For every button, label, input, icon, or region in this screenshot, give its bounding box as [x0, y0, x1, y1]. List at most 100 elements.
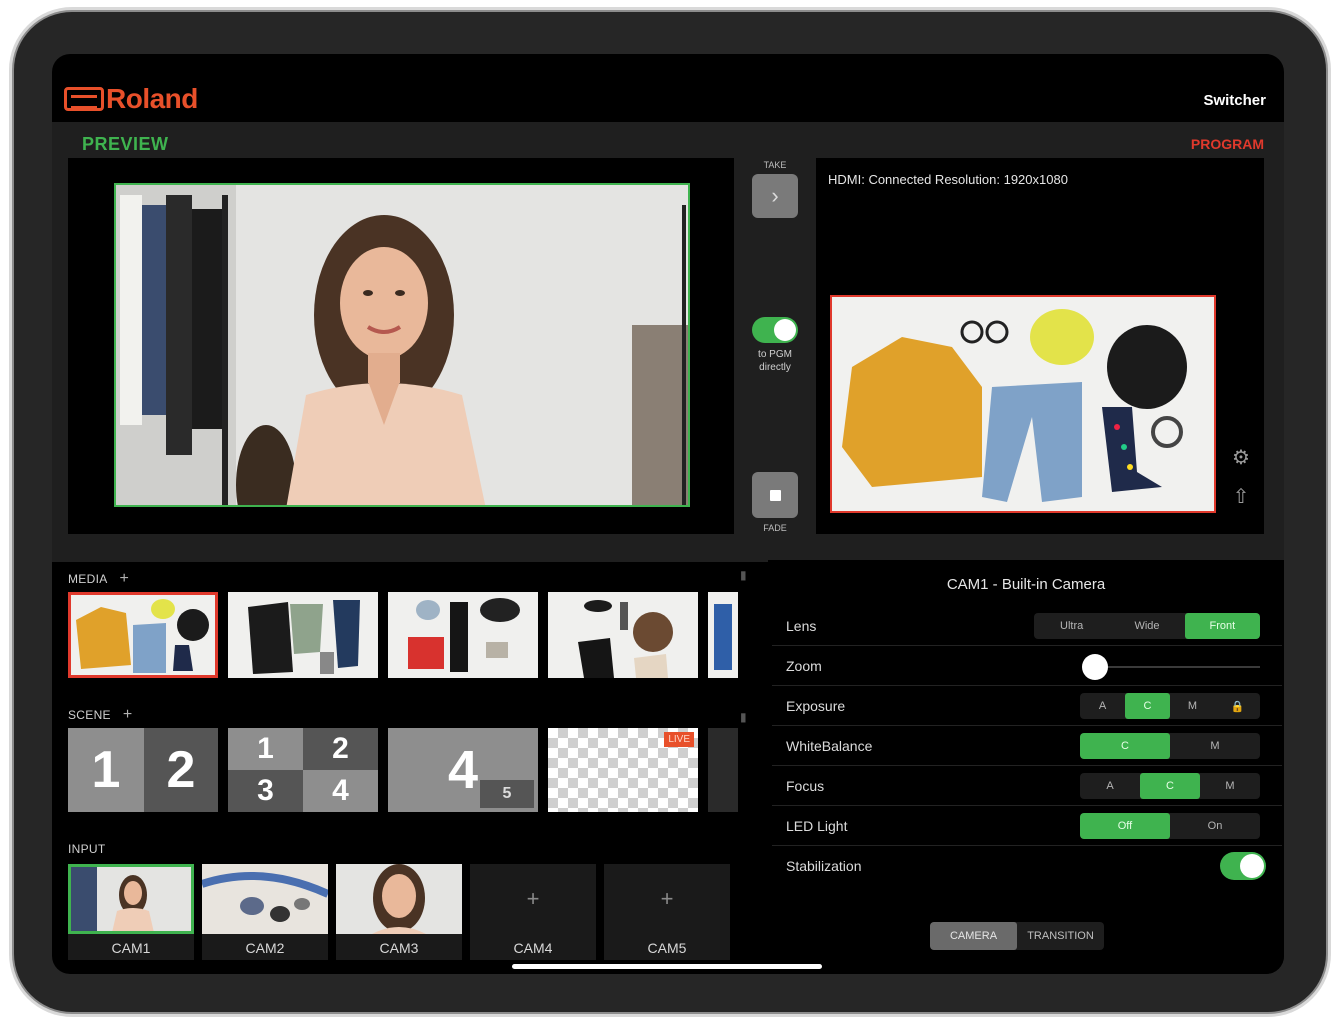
input-label: INPUT	[68, 842, 106, 856]
zoom-slider-track[interactable]	[1086, 666, 1260, 668]
cam-image	[202, 864, 328, 934]
exposure-segmented-control[interactable]: A C M 🔒	[1080, 693, 1260, 719]
stabilization-label: Stabilization	[786, 858, 862, 874]
lens-segmented-control[interactable]: Ultra Wide Front	[1034, 613, 1260, 639]
hdmi-status: HDMI: Connected Resolution: 1920x1080	[828, 172, 1068, 187]
add-input-icon: +	[526, 886, 540, 911]
input-name: CAM5	[647, 940, 687, 956]
scene-cell: 1	[68, 728, 144, 812]
roland-logo: Roland	[64, 83, 198, 114]
roland-logo-mark-icon	[64, 87, 104, 111]
input-section-label: INPUT	[68, 842, 106, 856]
white-balance-label: WhiteBalance	[786, 738, 873, 754]
input-cam5[interactable]: + CAM5	[604, 864, 730, 960]
live-badge: LIVE	[664, 732, 694, 747]
focus-row: Focus A C M	[772, 766, 1282, 806]
scene-row: 1 2 1 2 3 4 4 5 LIVE	[68, 728, 738, 812]
tab-transition[interactable]: TRANSITION	[1017, 922, 1104, 950]
exposure-row: Exposure A C M 🔒	[772, 686, 1282, 726]
focus-c-option[interactable]: C	[1140, 773, 1200, 799]
program-image-flatlay	[832, 297, 1214, 511]
app-screen: Roland Switcher PREVIEW PROGRAM TAKE › t…	[52, 54, 1284, 974]
stop-icon	[769, 489, 781, 501]
program-video[interactable]	[830, 295, 1216, 513]
exposure-c-option[interactable]: C	[1125, 693, 1170, 719]
white-balance-m-option[interactable]: M	[1170, 733, 1260, 759]
exposure-a-option[interactable]: A	[1080, 693, 1125, 719]
camera-settings-panel: CAM1 - Built-in Camera Lens Ultra Wide F…	[768, 560, 1284, 974]
scene-layout-4up[interactable]: 1 2 3 4	[228, 728, 378, 812]
program-label: PROGRAM	[1190, 136, 1264, 152]
cam3-preview	[336, 864, 462, 934]
lens-row: Lens Ultra Wide Front	[772, 606, 1282, 646]
input-cam1[interactable]: CAM1	[68, 864, 194, 960]
media-item[interactable]	[548, 592, 698, 678]
exposure-m-option[interactable]: M	[1170, 693, 1215, 719]
led-light-segmented-control[interactable]: Off On	[1080, 813, 1260, 839]
white-balance-segmented-control[interactable]: C M	[1080, 733, 1260, 759]
focus-m-option[interactable]: M	[1200, 773, 1260, 799]
led-light-label: LED Light	[786, 818, 848, 834]
share-icon[interactable]: ⇧	[1228, 483, 1254, 509]
led-on-option[interactable]: On	[1170, 813, 1260, 839]
input-name: CAM2	[245, 940, 285, 956]
media-image	[708, 592, 738, 678]
stabilization-toggle[interactable]	[1220, 852, 1266, 880]
tab-camera[interactable]: CAMERA	[930, 922, 1017, 950]
white-balance-c-option[interactable]: C	[1080, 733, 1170, 759]
media-label: MEDIA	[68, 572, 108, 586]
media-trash-icon[interactable]: ▮	[740, 568, 747, 582]
add-scene-icon[interactable]: +	[123, 706, 133, 723]
zoom-slider-knob[interactable]	[1082, 654, 1108, 680]
media-item[interactable]	[708, 592, 738, 678]
lens-ultra-option[interactable]: Ultra	[1034, 613, 1109, 639]
media-row	[68, 592, 738, 678]
program-pane[interactable]: HDMI: Connected Resolution: 1920x1080 ⚙ …	[816, 158, 1264, 534]
cam-image	[336, 864, 462, 934]
preview-pane[interactable]	[68, 158, 734, 534]
monitor-area: PREVIEW PROGRAM TAKE › to PGM directly F…	[52, 122, 1284, 562]
scene-cell: 2	[144, 728, 218, 812]
scene-cell: 4	[303, 770, 378, 812]
led-off-option[interactable]: Off	[1080, 813, 1170, 839]
media-image	[548, 592, 698, 678]
scene-trash-icon[interactable]: ▮	[740, 710, 747, 724]
input-cam3[interactable]: CAM3	[336, 864, 462, 960]
chevron-right-icon: ›	[771, 183, 779, 208]
scene-layout-pip[interactable]: 4 5	[388, 728, 538, 812]
logo-text: Roland	[106, 83, 198, 114]
preview-video[interactable]	[114, 183, 690, 507]
media-section-label: MEDIA +	[68, 570, 129, 588]
input-name: CAM3	[379, 940, 419, 956]
zoom-row: Zoom	[772, 646, 1282, 686]
focus-segmented-control[interactable]: A C M	[1080, 773, 1260, 799]
take-button[interactable]: ›	[752, 174, 798, 218]
input-name: CAM1	[111, 940, 151, 956]
gear-icon[interactable]: ⚙	[1228, 444, 1254, 470]
input-cam2[interactable]: CAM2	[202, 864, 328, 960]
fade-label: FADE	[763, 523, 787, 533]
pgm-direct-toggle[interactable]	[752, 317, 798, 343]
scene-cell: 1	[228, 728, 303, 770]
app-title: Switcher	[1203, 92, 1266, 109]
add-media-icon[interactable]: +	[120, 570, 130, 587]
white-balance-row: WhiteBalance C M	[772, 726, 1282, 766]
scene-layout-transparent[interactable]: LIVE	[548, 728, 698, 812]
media-item[interactable]	[388, 592, 538, 678]
media-item[interactable]	[228, 592, 378, 678]
lens-front-option[interactable]: Front	[1184, 613, 1260, 639]
pgm-direct-label: to PGM directly	[758, 349, 792, 373]
exposure-label: Exposure	[786, 698, 846, 714]
focus-a-option[interactable]: A	[1080, 773, 1140, 799]
scene-cell: 5	[480, 780, 534, 808]
input-cam4[interactable]: + CAM4	[470, 864, 596, 960]
home-indicator[interactable]	[512, 964, 822, 969]
lock-icon[interactable]: 🔒	[1215, 693, 1260, 719]
scene-layout-2up[interactable]: 1 2	[68, 728, 218, 812]
lens-wide-option[interactable]: Wide	[1109, 613, 1184, 639]
media-item[interactable]	[68, 592, 218, 678]
input-row: CAM1 CAM2 CAM3 + CAM4 + CAM5	[68, 864, 730, 960]
stabilization-row: Stabilization	[772, 846, 1282, 886]
fade-button[interactable]	[752, 472, 798, 518]
scene-partial[interactable]	[708, 728, 738, 812]
